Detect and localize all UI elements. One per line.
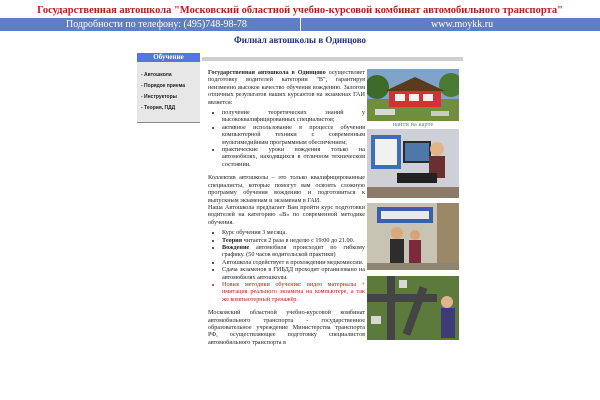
map-link[interactable]: найти на карте [367, 121, 459, 128]
site-title: Государственная автошкола "Московский об… [37, 5, 563, 16]
offer-paragraph: Наша Автошкола предлагает Вам пройти кур… [208, 203, 365, 226]
course-list: Курс обучения 3 месяца. Теория читается … [208, 229, 365, 303]
advantages-list: получение теоретических знаний у высокок… [208, 109, 365, 168]
contact-bar: Подробности по телефону: (495)748-98-78 … [0, 18, 600, 31]
classroom-image [367, 129, 459, 198]
list-item: практические уроки вождения только на ав… [222, 146, 365, 168]
photo-road-model[interactable] [367, 276, 459, 340]
sidebar-nav: Обучение - Автошкола - Порядок приема - … [137, 53, 200, 122]
sidebar-item-admission[interactable]: - Порядок приема [137, 81, 200, 92]
photo-instructors[interactable] [367, 203, 459, 270]
list-item: Курс обучения 3 месяца. [222, 229, 365, 236]
list-item: Автошкола содействует в прохождении медк… [222, 259, 365, 266]
sidebar-item-theory[interactable]: - Теория, ПДД [137, 103, 200, 114]
sidebar-heading: Обучение [137, 53, 200, 62]
list-item-highlight: Новые методики обучения: видео материалы… [222, 281, 365, 303]
building-image [367, 69, 459, 121]
list-item-text: читается 2 раза в неделю с 19:00 до 21.0… [242, 236, 355, 244]
instructors-image [367, 203, 459, 270]
sidebar-item-autoschool[interactable]: - Автошкола [137, 70, 200, 81]
bar-divider [300, 18, 301, 31]
main-content: Государственная автошкола в Одинцово осу… [208, 69, 365, 346]
staff-paragraph: Коллектив автошколы – это только квалифи… [208, 174, 365, 204]
phone-text: Подробности по телефону: (495)748-98-78 [66, 19, 247, 30]
list-item-bold: Вождение [222, 243, 250, 251]
list-item: Сдача экзаменов в ГИБДД проходит организ… [222, 266, 365, 281]
sidebar-divider [137, 122, 200, 123]
list-item: Вождение автомобиля происходит по гибком… [222, 244, 365, 259]
list-item: Теория читается 2 раза в неделю с 19:00 … [222, 237, 365, 244]
about-paragraph: Московский областной учебно-курсовой ком… [208, 309, 365, 346]
site-header: Государственная автошкола "Московский об… [0, 0, 600, 18]
sidebar-menu: - Автошкола - Порядок приема - Инструкто… [137, 62, 200, 122]
photo-classroom[interactable] [367, 129, 459, 198]
list-item-bold: Теория [222, 236, 243, 244]
content-top-bar [202, 57, 463, 61]
photo-building[interactable] [367, 69, 459, 121]
intro-bold: Государственная автошкола в Одинцово [208, 69, 326, 76]
sidebar-item-instructors[interactable]: - Инструкторы [137, 92, 200, 103]
page-title: Филиал автошколы в Одинцово [233, 35, 367, 45]
list-item: активное использование в процессе обучен… [222, 124, 365, 146]
intro-paragraph: Государственная автошкола в Одинцово осу… [208, 69, 365, 106]
site-link[interactable]: www.moykk.ru [431, 18, 493, 31]
list-item: получение теоретических знаний у высокок… [222, 109, 365, 124]
road-model-image [367, 276, 459, 340]
